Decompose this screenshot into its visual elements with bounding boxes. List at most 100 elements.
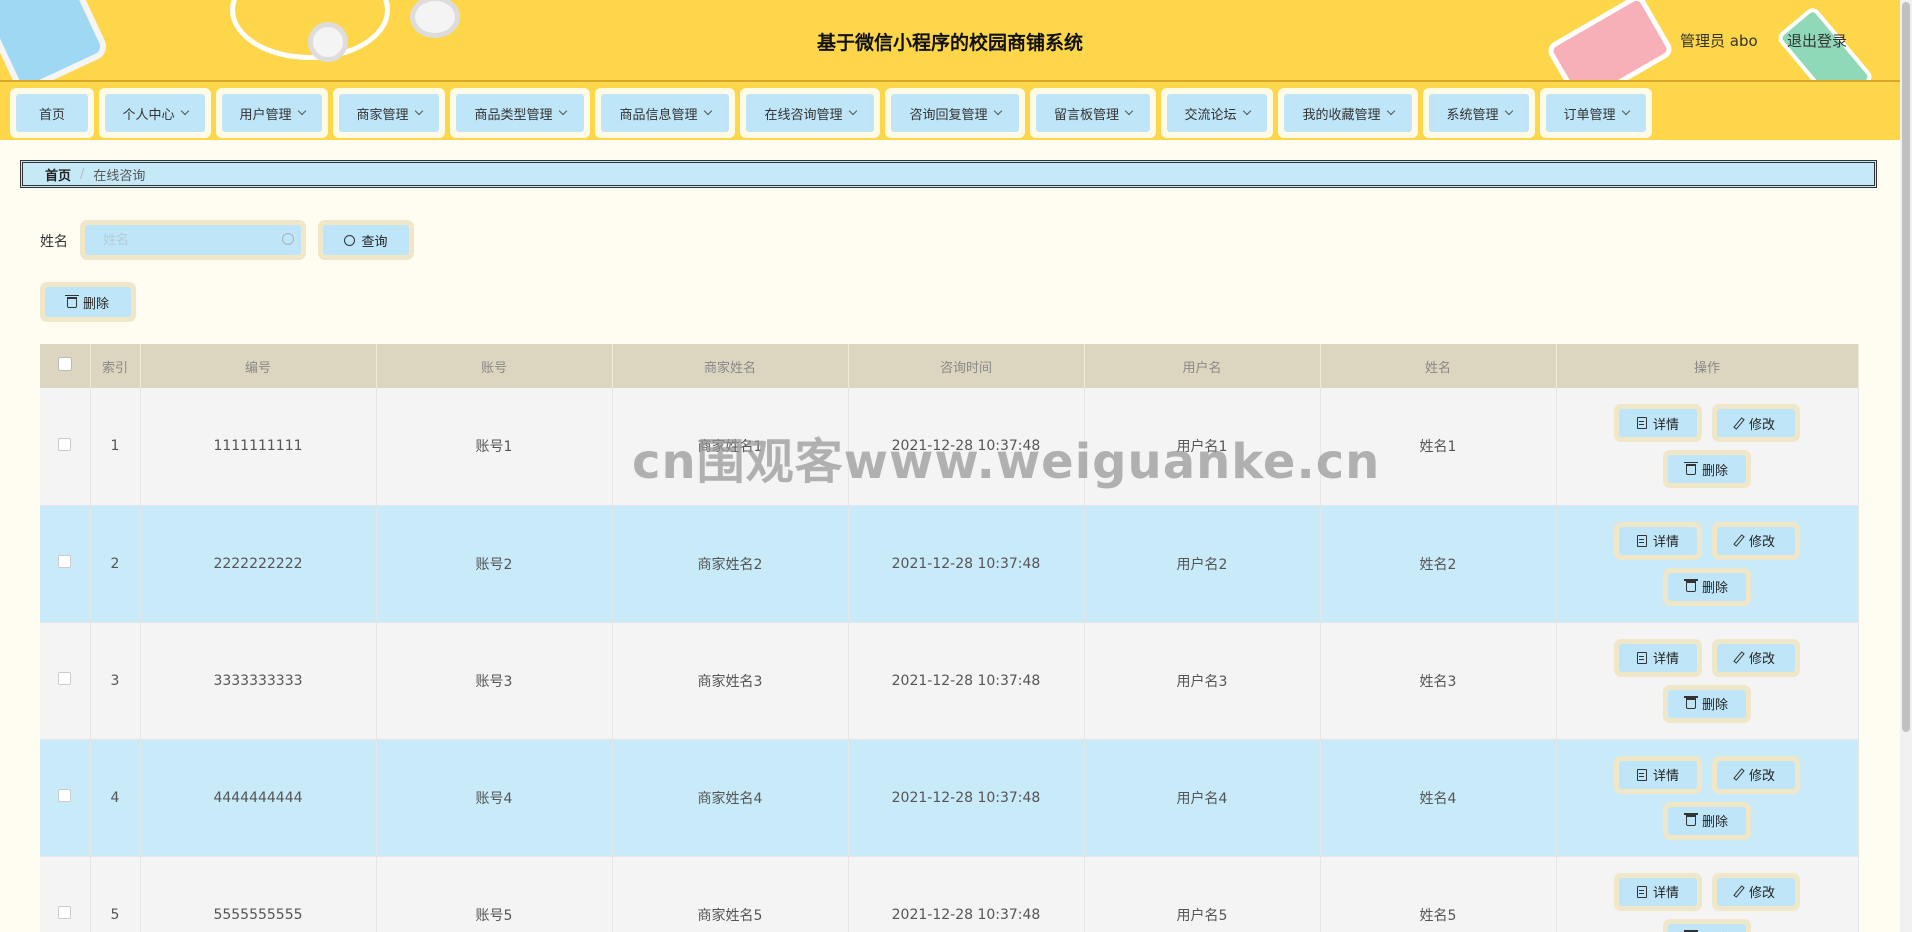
edit-button-wrapper: 修改: [1712, 638, 1800, 677]
chevron-down-icon: [1621, 106, 1630, 116]
edit-button[interactable]: 修改: [1717, 760, 1795, 789]
actions-cell: 详情 修改删除: [1556, 388, 1859, 506]
detail-button[interactable]: 详情: [1619, 877, 1697, 906]
cell-name: 姓名1: [1320, 388, 1557, 506]
pencil-icon: [1733, 416, 1745, 430]
cell-merchant: 商家姓名5: [612, 856, 849, 932]
delete-button[interactable]: 删除: [1668, 923, 1746, 932]
delete-button-wrapper: 删除: [1663, 450, 1751, 489]
column-header: 索引: [90, 344, 141, 388]
nav-item-message-board-management[interactable]: 留言板管理: [1030, 88, 1156, 138]
column-header: 账号: [376, 344, 613, 388]
row-actions: 详情 修改删除: [1607, 755, 1807, 840]
chevron-down-icon: [1124, 106, 1134, 116]
nav-item-order-management[interactable]: 订单管理: [1540, 88, 1652, 138]
detail-button[interactable]: 详情: [1619, 760, 1697, 789]
nav-item-home[interactable]: 首页: [10, 88, 94, 138]
detail-button[interactable]: 详情: [1619, 643, 1697, 672]
delete-label: 删除: [1701, 815, 1728, 830]
detail-button-wrapper: 详情: [1614, 404, 1702, 443]
row-select-cell: [40, 505, 91, 623]
detail-button[interactable]: 详情: [1619, 409, 1697, 438]
row-checkbox[interactable]: [58, 789, 72, 802]
nav-item-merchant-management[interactable]: 商家管理: [333, 88, 445, 138]
chevron-down-icon: [1504, 106, 1513, 116]
table-row: 1 1111111111 账号1 商家姓名1 2021-12-28 10:37:48 用户…: [40, 388, 1859, 506]
edit-button-wrapper: 修改: [1712, 521, 1800, 560]
nav-item-user-management[interactable]: 用户管理: [216, 88, 328, 138]
cell-name: 姓名3: [1320, 622, 1557, 740]
cell-username: 用户名5: [1084, 856, 1321, 932]
cell-merchant: 商家姓名2: [612, 505, 849, 623]
nav-item-system-management[interactable]: 系统管理: [1423, 88, 1535, 138]
nav-item-consult-reply-management[interactable]: 咨询回复管理: [885, 88, 1025, 138]
header: 基于微信小程序的校园商铺系统 管理员 abo 退出登录: [0, 0, 1912, 80]
document-icon: [1636, 417, 1647, 430]
nav-item-product-info-management[interactable]: 商品信息管理: [595, 88, 735, 138]
detail-button-wrapper: 详情: [1614, 755, 1702, 794]
nav-label: 订单管理: [1563, 107, 1616, 123]
table-row: 3 3333333333 账号3 商家姓名3 2021-12-28 10:37:48 用户…: [40, 622, 1859, 740]
search-input[interactable]: [85, 225, 301, 255]
chevron-down-icon: [558, 106, 567, 116]
delete-label: 删除: [1702, 928, 1728, 932]
cell-number: 4444444444: [140, 739, 377, 857]
edit-button-wrapper: 修改: [1712, 872, 1800, 911]
cell-merchant: 商家姓名3: [612, 622, 849, 740]
edit-button[interactable]: 修改: [1717, 877, 1795, 906]
delete-button[interactable]: 删除: [1668, 572, 1746, 601]
breadcrumb-home[interactable]: 首页: [45, 165, 71, 184]
cell-time: 2021-12-28 10:37:48: [848, 388, 1085, 506]
edit-button[interactable]: 修改: [1717, 526, 1795, 555]
cell-account: 账号5: [376, 856, 613, 932]
trash-icon: [1683, 461, 1698, 475]
actions-cell: 详情 修改删除: [1556, 739, 1859, 857]
scrollbar-thumb[interactable]: [1902, 2, 1910, 732]
document-icon: [1636, 534, 1647, 547]
table-row: 2 2222222222 账号2 商家姓名2 2021-12-28 10:37:48 用户…: [40, 505, 1859, 623]
chevron-down-icon: [993, 106, 1002, 116]
nav-item-forum[interactable]: 交流论坛: [1161, 88, 1273, 138]
detail-button[interactable]: 详情: [1619, 526, 1697, 555]
edit-label: 修改: [1748, 652, 1775, 667]
row-checkbox[interactable]: [58, 555, 72, 568]
row-select-cell: [40, 856, 91, 932]
search-button-label: 查询: [361, 234, 388, 250]
delete-button[interactable]: 删除: [1668, 689, 1746, 718]
nav-item-product-type-management[interactable]: 商品类型管理: [450, 88, 590, 138]
row-checkbox[interactable]: [58, 906, 72, 919]
nav-item-personal-center[interactable]: 个人中心: [99, 88, 211, 138]
table-row: 4 4444444444 账号4 商家姓名4 2021-12-28 10:37:48 用户…: [40, 739, 1859, 857]
logout-link[interactable]: 退出登录: [1787, 30, 1847, 51]
row-checkbox[interactable]: [58, 672, 72, 685]
cell-time: 2021-12-28 10:37:48: [848, 739, 1085, 857]
delete-button[interactable]: 删除: [1668, 806, 1746, 835]
row-checkbox[interactable]: [58, 437, 72, 451]
select-all-checkbox[interactable]: [57, 357, 72, 371]
delete-button[interactable]: 删除: [1668, 455, 1746, 484]
nav-label: 商品类型管理: [474, 107, 553, 123]
detail-label: 详情: [1652, 417, 1679, 433]
vertical-scrollbar[interactable]: [1900, 0, 1912, 932]
nav-item-favorites-management[interactable]: 我的收藏管理: [1278, 88, 1418, 138]
table-body: 1 1111111111 账号1 商家姓名1 2021-12-28 10:37:48 用户…: [40, 388, 1859, 932]
nav-item-online-consult-management[interactable]: 在线咨询管理: [740, 88, 880, 138]
bulk-delete-label: 删除: [82, 296, 109, 312]
delete-button-wrapper: 删除: [1663, 684, 1751, 723]
cell-merchant: 商家姓名4: [612, 739, 849, 857]
edit-label: 修改: [1748, 769, 1775, 784]
delete-label: 删除: [1701, 581, 1728, 596]
edit-button[interactable]: 修改: [1717, 409, 1795, 438]
cell-account: 账号4: [376, 739, 613, 857]
search-button[interactable]: 查询: [323, 225, 409, 255]
pencil-icon: [1733, 768, 1745, 781]
row-select-cell: [40, 388, 91, 506]
table-row: 5 5555555555 账号5 商家姓名5 2021-12-28 10:37:48 用户…: [40, 856, 1859, 932]
nav-label: 交流论坛: [1184, 107, 1237, 123]
cell-index: 1: [90, 388, 141, 506]
edit-button[interactable]: 修改: [1717, 643, 1795, 672]
nav-label: 在线咨询管理: [764, 107, 843, 123]
bulk-delete-button[interactable]: 删除: [45, 287, 131, 317]
edit-button-wrapper: 修改: [1712, 404, 1800, 443]
document-icon: [1636, 885, 1647, 898]
